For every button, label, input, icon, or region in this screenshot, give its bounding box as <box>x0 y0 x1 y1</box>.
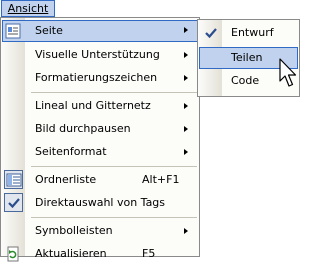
check-icon <box>8 198 20 209</box>
menu-item-symbolleisten[interactable]: Symbolleisten <box>2 220 198 242</box>
submenu-arrow-icon <box>184 75 188 81</box>
menu-item-aktualisieren[interactable]: Aktualisieren F5 <box>2 243 198 265</box>
menu-bar: Ansicht <box>0 0 311 18</box>
menu-item-symbolleisten-label: Symbolleisten <box>35 224 113 237</box>
page-icon <box>5 23 21 39</box>
submenu-arrow-icon <box>184 103 188 109</box>
refresh-icon <box>7 246 19 262</box>
menu-item-direktauswahl-label: Direktauswahl von Tags <box>35 196 166 209</box>
submenu-arrow-icon <box>184 228 188 234</box>
menu-item-visuelle-unterstuetzung[interactable]: Visuelle Unterstützung <box>2 44 198 66</box>
menu-item-ordnerliste-label: Ordnerliste <box>35 173 97 186</box>
menu-separator <box>31 166 197 167</box>
submenu-item-entwurf-label: Entwurf <box>231 26 274 39</box>
menu-item-bild-durchpausen[interactable]: Bild durchpausen <box>2 118 198 140</box>
menu-item-bild-label: Bild durchpausen <box>35 122 131 135</box>
menu-item-lineal-label: Lineal und Gitternetz <box>35 99 151 112</box>
menu-ansicht-label: Ansicht <box>7 2 49 15</box>
menu-item-direktauswahl[interactable]: Direktauswahl von Tags <box>2 192 198 214</box>
menu-item-seite-label: Seite <box>35 24 63 37</box>
menu-item-ordnerliste[interactable]: Ordnerliste Alt+F1 <box>2 169 198 191</box>
mouse-cursor-icon <box>279 58 297 87</box>
check-icon <box>205 28 217 39</box>
submenu-item-code-label: Code <box>231 74 260 87</box>
menu-separator <box>31 217 197 218</box>
menu-item-aktualisieren-shortcut: F5 <box>142 247 156 260</box>
menu-item-format-label: Formatierungszeichen <box>35 71 158 84</box>
menu-item-seitenformat[interactable]: Seitenformat <box>2 141 198 163</box>
menu-item-formatierungszeichen[interactable]: Formatierungszeichen <box>2 67 198 89</box>
menu-item-aktualisieren-label: Aktualisieren <box>35 247 107 260</box>
menu-separator <box>31 92 197 93</box>
submenu-arrow-icon <box>184 27 188 33</box>
menu-item-seite[interactable]: Seite <box>2 20 198 42</box>
menu-ansicht[interactable]: Ansicht <box>1 0 55 17</box>
submenu-arrow-icon <box>184 126 188 132</box>
menu-item-visuelle-label: Visuelle Unterstützung <box>35 48 160 61</box>
submenu-item-entwurf[interactable]: Entwurf <box>199 22 298 44</box>
folder-list-icon <box>6 173 22 187</box>
submenu-arrow-icon <box>184 52 188 58</box>
submenu-item-teilen-label: Teilen <box>231 51 263 64</box>
submenu-arrow-icon <box>184 149 188 155</box>
menu-item-lineal[interactable]: Lineal und Gitternetz <box>2 95 198 117</box>
menu-item-ordnerliste-shortcut: Alt+F1 <box>142 173 180 186</box>
menu-item-seitenformat-label: Seitenformat <box>35 145 107 158</box>
ansicht-menu: Seite Visuelle Unterstützung Formatierun… <box>0 17 200 262</box>
